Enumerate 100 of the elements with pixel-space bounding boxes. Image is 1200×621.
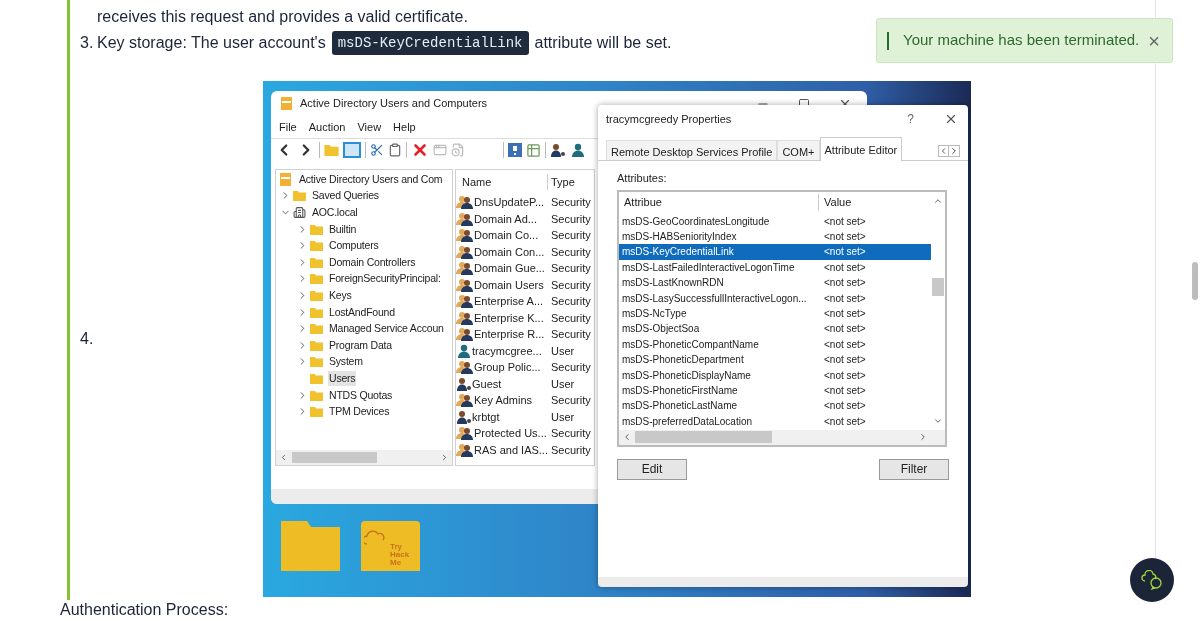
attribute-row[interactable]: msDS-LasySuccessfullInteractiveLogon... <not set> (619, 290, 931, 306)
scroll-right-icon[interactable] (440, 453, 449, 462)
attribute-name: msDS-PhoneticFirstName (621, 384, 739, 398)
tree-item[interactable]: Managed Service Accoun (328, 321, 445, 337)
list-item[interactable]: Enterprise A... (474, 293, 544, 310)
list-number: 4. (80, 329, 95, 349)
tree-item[interactable]: AOC.local (311, 205, 359, 220)
list-item[interactable]: Domain Users (474, 276, 544, 293)
dialog-button[interactable]: Edit (617, 458, 687, 480)
attribute-value: <not set> (823, 245, 866, 260)
list-item[interactable]: Key Admins (474, 392, 533, 409)
list-item[interactable]: Group Polic... (474, 359, 541, 376)
column-header[interactable]: Value (819, 194, 852, 211)
toast-message: Your machine has been terminated. (903, 30, 1140, 51)
paragraph-text: attribute will be set. (534, 33, 672, 53)
tree-item[interactable]: Saved Queries (311, 188, 380, 204)
attribute-value: <not set> (823, 260, 866, 275)
column-header[interactable]: Type (548, 173, 575, 191)
list-item[interactable]: Domain Gue... (474, 260, 545, 277)
menu-item[interactable]: View (357, 118, 382, 136)
tree-item[interactable]: ForeignSecurityPrincipal: (328, 271, 442, 287)
chat-button[interactable] (1130, 558, 1174, 602)
tree-item[interactable]: Active Directory Users and Com (298, 171, 444, 187)
tab-scroll-left-icon[interactable] (939, 146, 949, 156)
menu-item[interactable]: File (279, 118, 297, 136)
user-icon (570, 143, 586, 157)
scroll-right-icon[interactable] (918, 432, 928, 442)
help-button[interactable]: ? (907, 110, 914, 128)
attribute-row[interactable]: msDS-PhoneticLastName <not set> (619, 398, 931, 414)
list-item[interactable]: DnsUpdateP... (474, 194, 545, 211)
list-item[interactable]: Enterprise K... (474, 309, 544, 326)
tree-item[interactable]: Keys (328, 287, 353, 303)
attribute-row[interactable]: msDS-NcType <not set> (619, 305, 931, 322)
folder-icon (310, 389, 323, 401)
folder-icon[interactable] (281, 521, 340, 571)
folder-icon (310, 256, 323, 268)
list-item[interactable]: Domain Co... (474, 227, 539, 244)
attribute-row[interactable]: msDS-HABSeniorityIndex <not set> (619, 228, 931, 245)
delete-icon[interactable] (411, 141, 429, 159)
scrollbar-thumb[interactable] (932, 277, 944, 296)
list-item[interactable]: Enterprise R... (474, 326, 545, 343)
horizontal-scrollbar[interactable] (619, 429, 945, 445)
menu-item[interactable]: Help (393, 118, 416, 136)
scroll-left-icon[interactable] (622, 432, 632, 442)
close-icon[interactable] (944, 112, 958, 126)
tree-item[interactable]: Builtin (328, 221, 358, 237)
paste-icon[interactable] (388, 143, 402, 157)
tab-scroll-right-icon[interactable] (949, 146, 959, 156)
cut-icon[interactable] (370, 143, 384, 157)
code-snippet: msDS-KeyCredentialLink (331, 31, 529, 55)
tab[interactable]: Remote Desktop Services Profile (606, 140, 778, 160)
attribute-row[interactable]: msDS-PhoneticCompantName <not set> (619, 336, 931, 352)
horizontal-scrollbar[interactable] (276, 450, 452, 465)
list-item[interactable]: RAS and IAS... (474, 441, 548, 458)
list-item[interactable]: Domain Con... (474, 243, 545, 260)
attribute-row[interactable]: msDS-ObjectSoa <not set> (619, 321, 931, 337)
table-cell-text: User (550, 409, 575, 425)
column-header[interactable]: Name (456, 173, 548, 191)
tree-item[interactable]: Users (328, 370, 357, 386)
attribute-row[interactable]: msDS-LastFailedInteractiveLogonTime <not set> (619, 259, 931, 276)
dialog-button[interactable]: Filter (879, 458, 949, 480)
scroll-left-icon[interactable] (279, 453, 288, 462)
scrollbar-thumb[interactable] (292, 452, 377, 463)
tab[interactable]: COM+ (777, 140, 820, 160)
list-item[interactable]: Protected Us... (474, 425, 547, 442)
list-number: 3. (80, 33, 95, 53)
attribute-row[interactable]: msDS-PhoneticDisplayName <not set> (619, 367, 931, 383)
properties-icon[interactable] (526, 142, 541, 158)
list-item[interactable]: tracymcgree... (472, 342, 542, 359)
attribute-row[interactable]: msDS-preferredDataLocation <not set> (619, 413, 931, 429)
help-icon[interactable] (508, 143, 522, 157)
tree-item[interactable]: LostAndFound (328, 304, 396, 320)
attribute-row[interactable]: msDS-LastKnownRDN <not set> (619, 275, 931, 291)
menu-item[interactable]: Auction (308, 118, 346, 136)
attribute-value: <not set> (823, 307, 866, 322)
column-header[interactable]: Attribue (619, 194, 819, 211)
attribute-row[interactable]: msDS-PhoneticDepartment <not set> (619, 352, 931, 368)
list-item[interactable]: krbtgt (472, 408, 500, 425)
attribute-value: <not set> (823, 291, 866, 306)
scrollbar-thumb[interactable] (1192, 262, 1198, 300)
attribute-row[interactable]: msDS-GeoCoordinatesLongitude <not set> (619, 213, 931, 229)
attribute-row[interactable]: msDS-KeyCredentialLink <not set> (619, 244, 931, 260)
console-icon (280, 172, 291, 186)
attribute-row[interactable]: msDS-PhoneticFirstName <not set> (619, 382, 931, 399)
attribute-name: msDS-LastFailedInteractiveLogonTime (621, 260, 796, 275)
close-button[interactable]: × (1148, 30, 1160, 51)
tree-item[interactable]: NTDS Quotas (328, 387, 394, 403)
tree-item[interactable]: System (328, 354, 364, 370)
tree-item[interactable]: Program Data (328, 337, 393, 353)
folder-icon (310, 306, 323, 318)
scrollbar-thumb[interactable] (635, 431, 772, 443)
list-item[interactable]: Guest (472, 375, 502, 392)
tab[interactable]: Attribute Editor (819, 137, 903, 161)
tree-item[interactable]: Domain Controllers (328, 254, 417, 270)
tree-item[interactable]: Computers (328, 238, 380, 254)
table-cell-text: User (550, 376, 575, 392)
window-icon[interactable] (433, 143, 447, 157)
attribute-name: msDS-KeyCredentialLink (621, 245, 735, 260)
tree-item[interactable]: TPM Devices (328, 404, 391, 420)
list-item[interactable]: Domain Ad... (474, 210, 537, 227)
